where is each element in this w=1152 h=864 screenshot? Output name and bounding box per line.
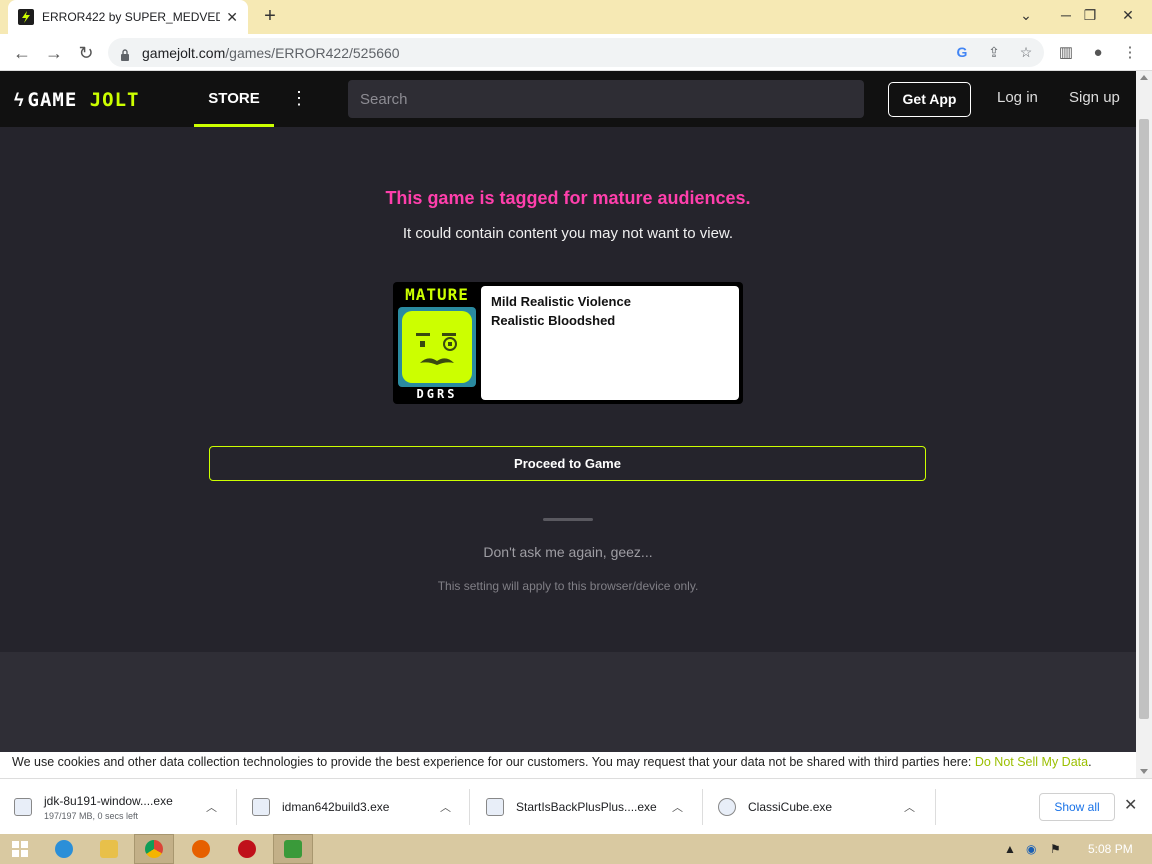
scroll-thumb[interactable] [1139,119,1149,719]
tray-chevron-icon[interactable]: ▲ [1004,842,1016,856]
chevron-up-icon[interactable]: ︿ [440,799,451,815]
bookmark-star-icon[interactable]: ☆ [1016,42,1036,62]
chrome-icon[interactable] [134,834,174,864]
address-bar[interactable]: gamejolt.com/games/ERROR422/525660 G ⇪ ☆ [108,38,1044,67]
taskbar-clock[interactable]: 5:08 PM [1088,842,1133,856]
file-explorer-icon[interactable] [89,834,129,864]
logo-text: GAME JOLT [28,89,140,111]
app-icon [718,798,736,816]
url-path: /games/ERROR422/525660 [225,44,400,61]
installer-icon [14,798,32,816]
action-center-flag-icon[interactable]: ⚑ [1050,842,1061,856]
url-host: gamejolt.com [142,44,226,61]
rating-board-label: DGRS [416,387,458,401]
download-shelf: jdk-8u191-window....exe 197/197 MB, 0 se… [0,778,1152,834]
tray-app-icon[interactable]: ◉ [1026,842,1036,856]
side-panel-icon[interactable]: ▥ [1053,40,1079,66]
mature-warning-subtext: It could contain content you may not wan… [402,225,734,242]
download-status: 197/197 MB, 0 secs left [44,810,139,821]
rating-descriptors: Mild Realistic Violence Realistic Bloods… [481,286,739,400]
browser-tab[interactable]: ERROR422 by SUPER_MEDVEDIS - ✕ [8,0,248,34]
lock-icon [120,48,130,61]
rating-descriptor: Mild Realistic Violence [491,294,631,309]
nav-store[interactable]: STORE [194,71,274,127]
separator [236,789,237,825]
mature-gate: This game is tagged for mature audiences… [0,127,1136,652]
google-icon[interactable]: G [952,42,972,62]
scroll-up-icon[interactable] [1140,75,1148,80]
taskbar: ▲ ◉ ⚑ 5:08 PM [0,834,1152,864]
reload-button[interactable]: ↻ [73,40,99,66]
bolt-icon: ϟ [14,89,24,110]
restore-button[interactable]: ❐ [1070,0,1110,34]
download-item[interactable]: StartIsBackPlusPlus....exe ︿ [486,779,696,835]
separator [469,789,470,825]
internet-explorer-icon[interactable] [44,834,84,864]
firefox-icon[interactable] [181,834,221,864]
get-app-button[interactable]: Get App [888,82,971,117]
gamejolt-logo[interactable]: ϟ GAME JOLT [14,89,140,111]
menu-icon[interactable]: ⋮ [1117,40,1143,66]
profile-icon[interactable]: ● [1085,40,1111,66]
proceed-to-game-button[interactable]: Proceed to Game [209,446,926,481]
share-icon[interactable]: ⇪ [984,42,1004,62]
logo-prefix: GAME [27,89,90,111]
start-button[interactable] [0,834,40,864]
page-footer-area [0,652,1136,752]
download-item[interactable]: ClassiCube.exe ︿ [718,779,928,835]
page-scrollbar[interactable] [1136,71,1152,778]
forward-button[interactable]: → [41,40,67,66]
dont-ask-again-button[interactable]: Don't ask me again, geez... [0,544,1136,560]
tab-search-icon[interactable]: ⌄ [1006,0,1046,34]
separator [702,789,703,825]
installer-icon [252,798,270,816]
new-tab-button[interactable]: + [258,5,282,29]
app-red-icon[interactable] [227,834,267,864]
gamejolt-favicon-icon [18,9,34,25]
cookie-text-end: . [1088,755,1092,769]
logo-suffix: JOLT [89,89,140,111]
close-shelf-icon[interactable]: ✕ [1124,795,1137,815]
browser-toolbar: ← → ↻ gamejolt.com/games/ERROR422/525660… [0,34,1152,71]
rating-badge-label: MATURE [405,285,469,304]
content-rating-box: MATURE DGRS Mild Realistic Violence Real [393,282,743,404]
rating-badge: MATURE DGRS [396,285,478,401]
download-item[interactable]: idman642build3.exe ︿ [252,779,462,835]
site-header: ϟ GAME JOLT STORE ⋮ Get App Log in Sign … [0,71,1136,127]
close-window-button[interactable]: ✕ [1108,0,1148,34]
setting-note: This setting will apply to this browser/… [437,579,699,593]
download-name: ClassiCube.exe [748,800,833,814]
download-name: StartIsBackPlusPlus....exe [516,800,657,814]
tab-title: ERROR422 by SUPER_MEDVEDIS - [42,10,221,24]
rating-face-icon [398,307,476,387]
back-button[interactable]: ← [9,40,35,66]
login-link[interactable]: Log in [997,89,1038,106]
chevron-up-icon[interactable]: ︿ [206,799,217,815]
scroll-down-icon[interactable] [1140,769,1148,774]
windows-icon [12,841,28,857]
signup-link[interactable]: Sign up [1069,89,1120,106]
chevron-up-icon[interactable]: ︿ [904,799,915,815]
divider [543,518,593,521]
tab-strip: ERROR422 by SUPER_MEDVEDIS - ✕ + ⌄ ─ ❐ ✕ [0,0,1152,34]
separator [935,789,936,825]
tab-close-icon[interactable]: ✕ [226,9,238,26]
url-text: gamejolt.com/games/ERROR422/525660 [142,45,400,61]
more-menu-icon[interactable]: ⋮ [290,87,308,111]
do-not-sell-link[interactable]: Do Not Sell My Data [975,755,1088,769]
download-name: jdk-8u191-window....exe [44,793,173,808]
download-name: idman642build3.exe [282,800,390,814]
mature-warning-heading: This game is tagged for mature audiences… [385,188,751,208]
chevron-up-icon[interactable]: ︿ [672,799,683,815]
search-input[interactable] [348,80,864,118]
installer-icon [486,798,504,816]
cookie-text: We use cookies and other data collection… [12,755,975,769]
download-item[interactable]: jdk-8u191-window....exe 197/197 MB, 0 se… [14,779,229,835]
rating-descriptor: Realistic Bloodshed [491,313,616,328]
cookie-banner: We use cookies and other data collection… [0,752,1136,778]
show-all-button[interactable]: Show all [1039,793,1115,821]
app-green-icon[interactable] [273,834,313,864]
